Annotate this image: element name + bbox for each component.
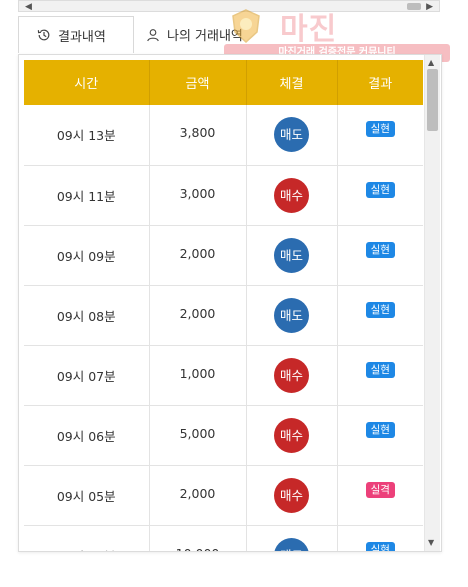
- table-row: 09시 09분 2,000 매도 실현: [24, 225, 423, 286]
- header-result: 결과: [337, 60, 423, 105]
- cell-time: 09시 06분: [24, 405, 150, 466]
- cell-time: 09시 09분: [24, 225, 150, 286]
- sell-badge: 매도: [274, 297, 309, 333]
- cell-result: 실현: [337, 165, 423, 226]
- cell-result: 실현: [337, 405, 423, 466]
- time-text: 09시 11분: [56, 188, 116, 204]
- time-text: 09시 13분: [56, 128, 116, 143]
- cell-trade: 매수: [246, 405, 338, 466]
- amount-text: 3,800: [179, 125, 216, 140]
- cell-trade: 매도: [246, 285, 338, 346]
- success-badge: 실현: [365, 361, 395, 378]
- cell-result: 실현: [337, 225, 423, 286]
- header-time: 시간: [24, 60, 150, 105]
- amount-text: 2,000: [179, 485, 216, 501]
- buy-badge: 매수: [274, 477, 309, 513]
- amount-text: 10,000: [176, 546, 220, 552]
- scroll-down-arrow-icon[interactable]: ▼: [428, 538, 434, 547]
- results-table-container[interactable]: 시간 금액 체결 결과 09시 13분 3,800 매도 실현 09시 11분 3,000…: [24, 60, 423, 552]
- table-row: 09시 06분 5,000 매수 실현: [24, 405, 423, 466]
- success-badge: 실현: [365, 541, 395, 551]
- sell-badge: 매도: [274, 117, 309, 152]
- cell-trade: 매수: [246, 345, 338, 406]
- amount-text: 3,000: [179, 185, 216, 201]
- cell-amount: 3,800: [149, 105, 247, 166]
- table-header-row: 시간 금액 체결 결과: [24, 60, 423, 105]
- amount-text: 5,000: [179, 425, 216, 441]
- cell-result: 실격: [337, 465, 423, 526]
- tab-bar: 결과내역 나의 거래내역: [18, 16, 428, 54]
- history-icon: [37, 29, 50, 41]
- buy-badge: 매수: [274, 177, 309, 213]
- cell-result: 실현: [337, 345, 423, 406]
- user-icon: [147, 28, 159, 41]
- cell-amount: 2,000: [149, 285, 247, 346]
- cell-trade: 매도: [246, 525, 338, 551]
- table-row: 09시 04분 10,000 매도 실현: [24, 525, 423, 552]
- buy-badge: 매수: [274, 417, 309, 453]
- cell-time: 09시 08분: [24, 285, 150, 346]
- success-badge: 실현: [365, 241, 395, 258]
- cell-amount: 1,000: [149, 345, 247, 406]
- time-text: 09시 08분: [56, 308, 116, 324]
- cell-trade: 매도: [246, 105, 338, 166]
- success-badge: 실현: [365, 301, 395, 318]
- results-panel: 시간 금액 체결 결과 09시 13분 3,800 매도 실현 09시 11분 3,000…: [18, 54, 442, 552]
- header-amount: 금액: [149, 60, 247, 105]
- amount-text: 1,000: [179, 365, 216, 381]
- cell-amount: 10,000: [149, 525, 247, 552]
- cell-result: 실현: [337, 105, 423, 166]
- vertical-scroll-thumb[interactable]: [427, 69, 438, 131]
- vertical-scrollbar[interactable]: ▲ ▼: [424, 55, 440, 551]
- table-row: 09시 08분 2,000 매도 실현: [24, 285, 423, 346]
- scroll-up-arrow-icon[interactable]: ▲: [428, 58, 434, 67]
- time-text: 09시 04분: [57, 549, 116, 552]
- cell-amount: 3,000: [149, 165, 247, 226]
- cell-amount: 2,000: [149, 225, 247, 286]
- cell-trade: 매수: [246, 165, 338, 226]
- sell-badge: 매도: [274, 237, 309, 273]
- amount-text: 2,000: [179, 305, 216, 321]
- results-table: 시간 금액 체결 결과 09시 13분 3,800 매도 실현 09시 11분 3,000…: [24, 60, 423, 552]
- cell-trade: 매수: [246, 465, 338, 526]
- time-text: 09시 05분: [56, 488, 116, 504]
- cell-trade: 매도: [246, 225, 338, 286]
- success-badge: 실현: [365, 121, 395, 137]
- fail-badge: 실격: [365, 481, 395, 498]
- time-text: 09시 07분: [56, 368, 116, 384]
- cell-time: 09시 05분: [24, 465, 150, 526]
- buy-badge: 매수: [274, 357, 309, 393]
- success-badge: 실현: [365, 421, 395, 438]
- amount-text: 2,000: [179, 245, 216, 261]
- cell-result: 실현: [337, 285, 423, 346]
- scroll-right-arrow-icon[interactable]: ▶: [426, 2, 433, 12]
- tab-results-label: 결과내역: [58, 29, 106, 45]
- table-row: 09시 07분 1,000 매수 실현: [24, 345, 423, 406]
- horizontal-scroll-thumb[interactable]: [407, 3, 421, 10]
- cell-time: 09시 13분: [24, 105, 150, 166]
- cell-time: 09시 07분: [24, 345, 150, 406]
- table-row: 09시 11분 3,000 매수 실현: [24, 165, 423, 226]
- tab-results[interactable]: 결과내역: [18, 16, 134, 53]
- time-text: 09시 09분: [56, 248, 116, 264]
- header-trade: 체결: [246, 60, 338, 105]
- time-text: 09시 06분: [56, 428, 116, 444]
- horizontal-scrollbar[interactable]: ◀ ▶: [18, 0, 440, 12]
- cell-time: 09시 04분: [24, 525, 150, 552]
- cell-time: 09시 11분: [24, 165, 150, 226]
- scroll-left-arrow-icon[interactable]: ◀: [25, 2, 32, 12]
- tab-my-trades-label: 나의 거래내역: [167, 29, 243, 44]
- tab-my-trades[interactable]: 나의 거래내역: [134, 16, 272, 53]
- cell-amount: 2,000: [149, 465, 247, 526]
- success-badge: 실현: [365, 181, 395, 198]
- table-row: 09시 13분 3,800 매도 실현: [24, 105, 423, 166]
- cell-result: 실현: [337, 525, 423, 551]
- cell-amount: 5,000: [149, 405, 247, 466]
- table-row: 09시 05분 2,000 매수 실격: [24, 465, 423, 526]
- sell-badge: 매도: [274, 537, 309, 551]
